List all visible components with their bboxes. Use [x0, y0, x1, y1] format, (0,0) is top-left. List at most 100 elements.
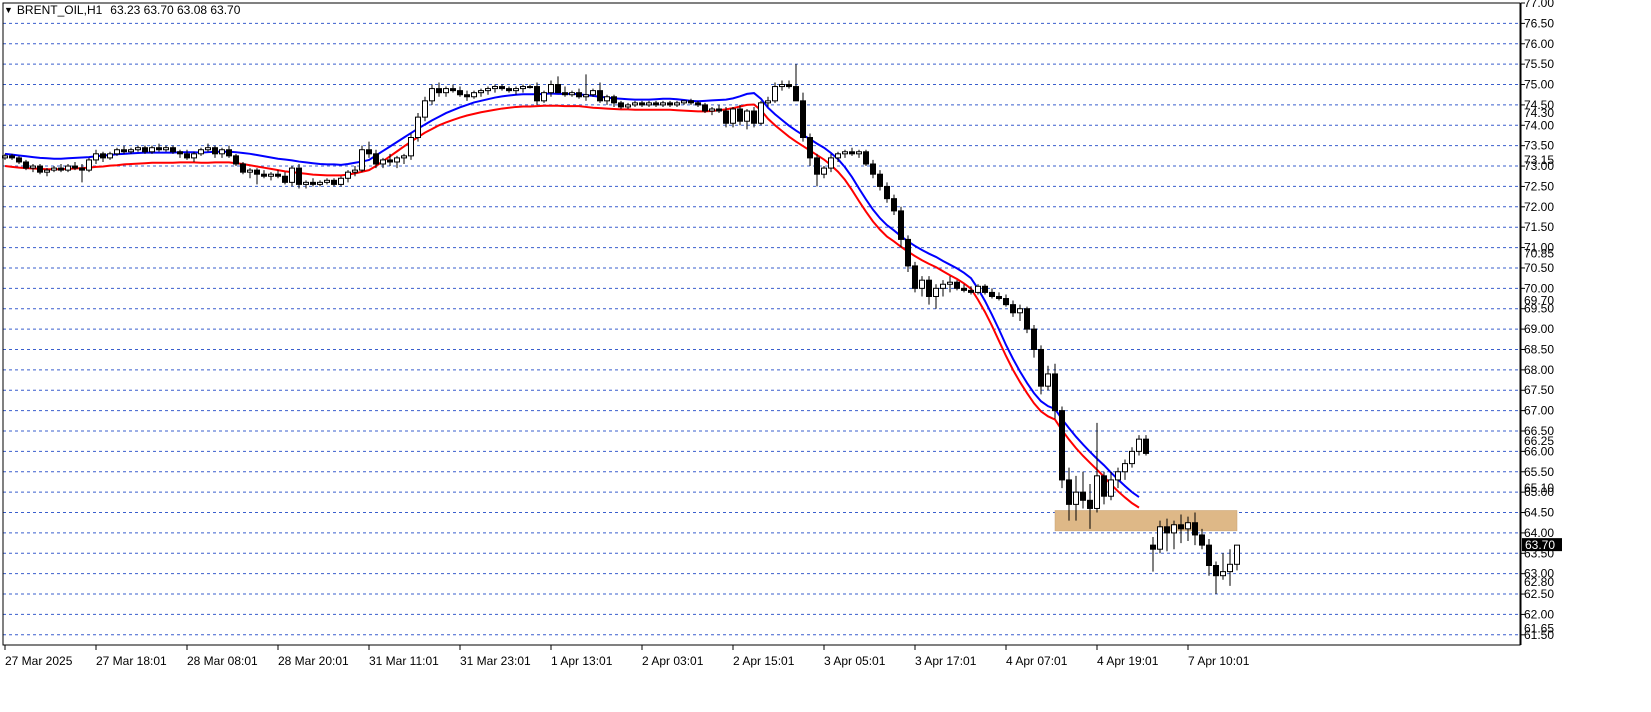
candle-body: [604, 96, 610, 102]
candle-body: [415, 116, 421, 139]
candle: [324, 178, 330, 185]
candle-body: [352, 169, 358, 173]
candle-body: [1017, 308, 1023, 314]
candle-body: [835, 153, 841, 159]
candle-body: [1003, 298, 1009, 306]
candle: [828, 153, 834, 173]
candle: [1143, 435, 1149, 456]
candle-body: [58, 167, 64, 171]
candle-body: [51, 167, 57, 171]
candle-body: [37, 165, 43, 173]
candle-body: [1045, 373, 1051, 387]
candle-body: [758, 102, 764, 124]
candle-body: [429, 88, 435, 102]
price-axis: 77.0076.5076.0075.5075.0074.5074.0073.50…: [1521, 0, 1562, 642]
candle-body: [23, 161, 29, 169]
candle-body: [1031, 328, 1037, 350]
candle-body: [919, 279, 925, 289]
candle: [499, 84, 505, 91]
candle-body: [303, 181, 309, 185]
candle-body: [870, 163, 876, 175]
candle: [856, 149, 862, 158]
candle-body: [128, 149, 134, 153]
candle: [163, 145, 169, 152]
dropdown-triangle-icon[interactable]: ▼: [4, 5, 13, 15]
candle-body: [436, 88, 442, 94]
candle: [926, 276, 932, 305]
candle-body: [114, 149, 120, 155]
candle: [93, 149, 99, 165]
candle-body: [30, 165, 36, 169]
candle: [1129, 447, 1135, 468]
candle: [422, 96, 428, 122]
candle-body: [583, 94, 589, 98]
candle-body: [198, 149, 204, 155]
candle-body: [975, 285, 981, 293]
candle: [79, 164, 85, 183]
candle: [1136, 435, 1142, 456]
candle-body: [380, 159, 386, 165]
candle: [618, 100, 624, 109]
candle: [240, 161, 246, 175]
candle: [1052, 363, 1058, 419]
candle: [681, 100, 687, 105]
candle-body: [163, 147, 169, 151]
y-tick-label: 72.00: [1524, 200, 1554, 214]
y-tick-label-minor: 65.10: [1524, 481, 1554, 495]
y-tick-label: 62.00: [1524, 607, 1554, 621]
ma-line-blue: [4, 92, 1140, 498]
candle: [1150, 536, 1156, 572]
candle: [58, 164, 64, 173]
candle: [821, 166, 827, 179]
price-chart[interactable]: 77.0076.5076.0075.5075.0074.5074.0073.50…: [0, 0, 1651, 707]
candle-body: [814, 157, 820, 175]
candle: [996, 292, 1002, 301]
candle-body: [1213, 565, 1219, 577]
chart-header: ▼ BRENT_OIL,H1 63.23 63.70 63.08 63.70: [4, 3, 240, 17]
chart-area[interactable]: ▼ BRENT_OIL,H1 63.23 63.70 63.08 63.70 7…: [0, 0, 1651, 707]
candle: [296, 164, 302, 189]
candle-body: [107, 153, 113, 159]
candle-body: [170, 147, 176, 153]
candle: [443, 86, 449, 97]
candle-body: [688, 100, 694, 104]
candle: [751, 106, 757, 128]
candle: [51, 166, 57, 173]
candle-body: [541, 92, 547, 102]
candle-body: [233, 155, 239, 165]
candle-body: [44, 169, 50, 173]
candle: [464, 90, 470, 101]
x-tick-label: 4 Apr 07:01: [1006, 654, 1068, 668]
candle: [37, 164, 43, 175]
candle: [716, 104, 722, 114]
candle-body: [1171, 524, 1177, 534]
candle: [730, 106, 736, 128]
candle: [912, 261, 918, 293]
candle-body: [471, 92, 477, 98]
candle-body: [1178, 524, 1184, 530]
candle: [569, 90, 575, 97]
candle-body: [548, 84, 554, 94]
candle: [121, 145, 127, 154]
candle: [1213, 561, 1219, 595]
candle: [674, 100, 680, 107]
candle: [527, 84, 533, 89]
candle: [429, 84, 435, 105]
candle-body: [674, 102, 680, 106]
candle: [338, 176, 344, 187]
candle-body: [765, 100, 771, 104]
candle: [660, 100, 666, 107]
candle-body: [93, 153, 99, 161]
candle-body: [1073, 491, 1079, 505]
candle-body: [737, 108, 743, 122]
y-tick-label: 72.50: [1524, 179, 1554, 193]
candle-body: [9, 155, 15, 159]
candle: [1010, 300, 1016, 317]
candle-body: [926, 279, 932, 297]
moving-averages: [4, 92, 1140, 509]
candle-body: [730, 108, 736, 124]
candle-body: [1052, 373, 1058, 412]
candle-body: [723, 110, 729, 124]
candle: [282, 172, 288, 185]
y-tick-label-minor: 69.70: [1524, 294, 1554, 308]
